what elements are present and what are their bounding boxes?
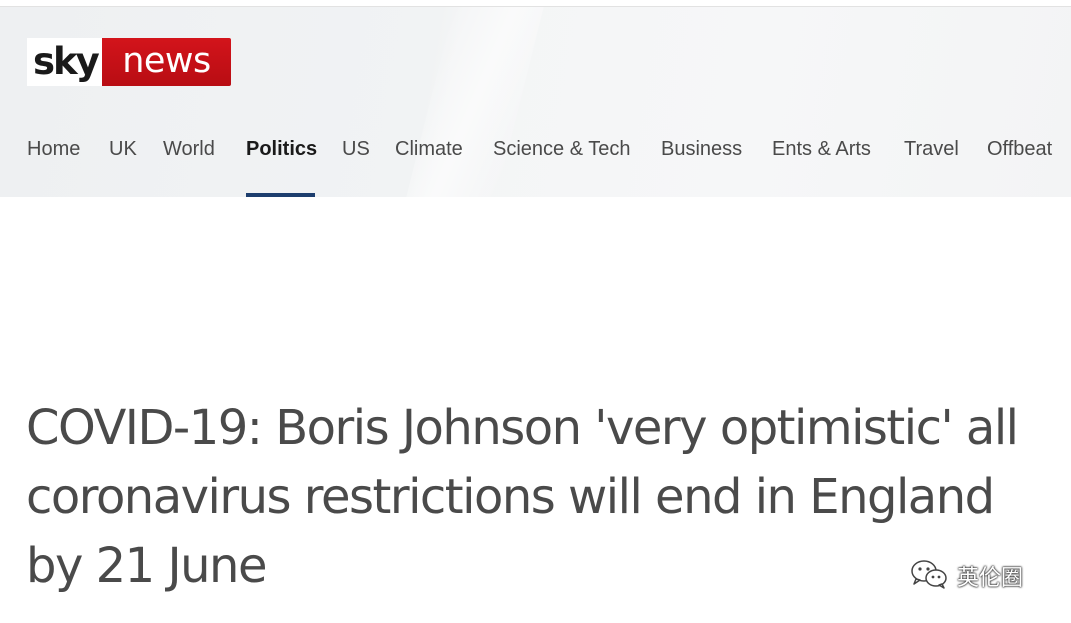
nav-item-uk[interactable]: UK [109,138,137,160]
sky-news-logo[interactable]: sky news [27,38,231,86]
nav-item-travel[interactable]: Travel [904,138,959,160]
site-header: sky news [0,7,1071,197]
watermark: 英伦圈 [909,558,1023,594]
nav-item-us[interactable]: US [342,138,370,160]
article-headline: COVID-19: Boris Johnson 'very optimistic… [26,400,1019,594]
nav-active-indicator [246,193,315,197]
watermark-label: 英伦圈 [957,566,1024,591]
logo-news-text: news [102,38,231,86]
header-decoration [406,7,544,197]
nav-item-offbeat[interactable]: Offbeat [987,138,1052,160]
nav-item-home[interactable]: Home [27,138,80,160]
logo-sky-text: sky [27,38,102,86]
nav-item-science-tech[interactable]: Science & Tech [493,138,631,160]
nav-item-business[interactable]: Business [661,138,742,160]
nav-item-world[interactable]: World [163,138,215,160]
nav-item-climate[interactable]: Climate [395,138,463,160]
wechat-icon [909,558,949,595]
page: sky news Home UK World Politics US Clima… [0,0,1071,623]
top-border [0,0,1071,7]
nav-item-politics[interactable]: Politics [246,138,317,160]
nav-item-ents-arts[interactable]: Ents & Arts [772,138,871,160]
